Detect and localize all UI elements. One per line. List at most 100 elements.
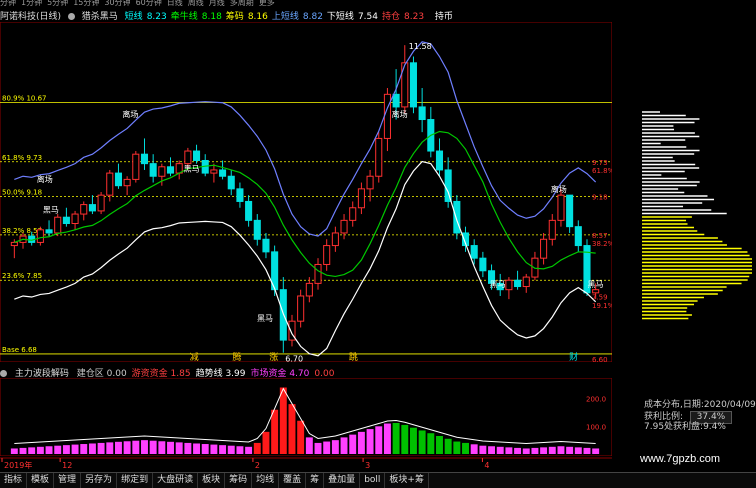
escape-annotation-2: 离场 xyxy=(392,109,408,119)
timeframe-8[interactable]: 月线 xyxy=(209,0,225,7)
bottom-tab-4[interactable]: 绑定到 xyxy=(117,473,154,488)
candle-body xyxy=(123,178,131,187)
indicator-value-2: 8.16 xyxy=(247,12,268,22)
fib-label-0: 80.9% 10.67 xyxy=(2,95,47,103)
candle-body xyxy=(166,166,175,174)
bottom-tab-7[interactable]: 筹码 xyxy=(225,473,253,488)
right-axis-label-1: 61.8% xyxy=(592,167,612,175)
date-label-0: 2019年 xyxy=(4,460,32,470)
timeframe-1[interactable]: 1分钟 xyxy=(21,0,42,7)
indicator-values: 短线 8.23 牵牛线 8.18 筹码 8.16 上短线 8.82 下短线 7.54 持仓 8.23 xyxy=(125,12,428,22)
timeframe-9[interactable]: 多周期 xyxy=(230,0,254,7)
fib-label-2: 50.0% 9.18 xyxy=(2,188,42,196)
candle-body xyxy=(149,163,157,177)
timeframe-6[interactable]: 日线 xyxy=(167,0,183,7)
candle-body xyxy=(479,257,487,272)
settings-circle-icon[interactable] xyxy=(67,13,75,20)
main-price-chart[interactable]: 80.9% 10.67 61.8% 9.73 50.0% 9.18 38.2% 8.5… xyxy=(0,22,612,362)
candle-body xyxy=(305,282,313,297)
candle-body xyxy=(71,213,79,225)
timeframe-4[interactable]: 30分钟 xyxy=(104,0,130,7)
sub-axis-label-0: 200.0 xyxy=(586,396,606,404)
right-axis-label-4: 38.2% xyxy=(592,240,612,248)
candle-body xyxy=(505,279,513,291)
escape-annotation-0: 离场 xyxy=(37,174,53,184)
bottom-tab-1[interactable]: 模板 xyxy=(27,473,55,488)
timeframe-7[interactable]: 周线 xyxy=(188,0,204,7)
right-axis-label-7: 6.60 xyxy=(592,356,608,362)
bottom-tab-11[interactable]: 叠加量 xyxy=(324,473,361,488)
candle-body xyxy=(80,204,88,215)
fib-label-5: Base 6.68 xyxy=(2,346,37,354)
profit-label: 获利比例: xyxy=(644,412,684,422)
timeframe-2[interactable]: 5分钟 xyxy=(47,0,68,7)
fib-label-1: 61.8% 9.73 xyxy=(2,154,42,162)
stock-title: 阿诺科技(日线) xyxy=(0,12,62,22)
timeframe-5[interactable]: 60分钟 xyxy=(136,0,162,7)
candle-body xyxy=(210,169,218,174)
cost-date-label: 成本分布,日期: xyxy=(644,400,704,410)
candle-body xyxy=(514,279,522,288)
bottom-tab-2[interactable]: 管理 xyxy=(54,473,82,488)
candle-body xyxy=(470,245,478,259)
candle-body xyxy=(54,216,62,234)
date-label-4: 4 xyxy=(484,461,489,470)
candle-body xyxy=(62,216,70,225)
bottom-tab-10[interactable]: 筹 xyxy=(306,473,325,488)
indicator-label-3: 上短线 xyxy=(271,12,299,22)
candle-body xyxy=(193,150,201,161)
bottom-tab-12[interactable]: boll xyxy=(360,473,386,488)
bottom-tab-0[interactable]: 指标 xyxy=(0,473,28,488)
bottom-tab-5[interactable]: 大盘研读 xyxy=(153,473,199,488)
candle-body xyxy=(392,93,400,108)
timeframe-10[interactable]: 更多 xyxy=(259,0,275,7)
indicator-name[interactable]: 猎杀黑马 xyxy=(82,12,118,22)
cost-value: 9.4% xyxy=(703,422,726,432)
candle-body xyxy=(114,172,122,187)
candle-body xyxy=(540,238,548,259)
candle-body xyxy=(236,188,244,202)
candle-body xyxy=(349,207,357,221)
candle-body xyxy=(140,153,149,165)
watermark-text: www.7gpzb.com xyxy=(640,453,721,465)
candle-body xyxy=(158,166,166,177)
bottom-tab-6[interactable]: 板块 xyxy=(198,473,226,488)
right-axis-label-0: 9.73 xyxy=(592,159,608,167)
timeframe-0[interactable]: 分钟 xyxy=(0,0,16,7)
candle-body xyxy=(227,175,235,190)
date-axis: 2019年 12 2 3 4 xyxy=(0,457,612,470)
right-axis-label-5: 7.59 xyxy=(592,294,608,302)
candle-body xyxy=(340,219,348,234)
candle-body xyxy=(375,137,383,177)
candle-body xyxy=(314,263,322,284)
signal-label-1: 腾 xyxy=(233,351,242,362)
right-axis-label-3: 8.57 xyxy=(592,232,608,240)
indicator-value-3: 8.82 xyxy=(302,12,323,22)
sub-indicator-chart[interactable]: 200.0 100.0 xyxy=(0,378,612,456)
indicator-label-2: 筹码 xyxy=(225,12,244,22)
settings-circle-icon[interactable] xyxy=(0,370,7,377)
candle-body xyxy=(383,93,391,139)
bottom-tab-3[interactable]: 另存为 xyxy=(81,473,118,488)
date-label-3: 3 xyxy=(365,461,370,470)
bottom-tab-8[interactable]: 均线 xyxy=(252,473,280,488)
horse-annotation-2: 黑马 xyxy=(257,314,273,323)
candle-body xyxy=(323,245,331,265)
candle-body xyxy=(297,295,305,322)
horse-annotation-1: 黑马 xyxy=(184,165,200,174)
candle-body xyxy=(548,219,556,240)
bottom-tab-13[interactable]: 板块+筹 xyxy=(385,473,429,488)
timeframe-3[interactable]: 15分钟 xyxy=(73,0,99,7)
cost-distribution-panel xyxy=(642,111,752,320)
escape-annotation-3: 离场 xyxy=(551,184,567,194)
cost-info-box: 成本分布,日期:2020/04/09 获利比例: 37.4% 7.95处获利盘:… xyxy=(644,400,756,450)
position-status: 持币 xyxy=(434,12,453,22)
candle-body xyxy=(592,289,600,294)
cost-date: 2020/04/09 xyxy=(703,400,756,410)
price-high-label: 11.58 xyxy=(409,42,432,51)
indicator-value-5: 8.23 xyxy=(404,12,425,22)
candle-body xyxy=(106,172,114,196)
candle-body xyxy=(444,169,452,202)
candle-body xyxy=(418,106,426,121)
bottom-tab-9[interactable]: 覆盖 xyxy=(279,473,307,488)
